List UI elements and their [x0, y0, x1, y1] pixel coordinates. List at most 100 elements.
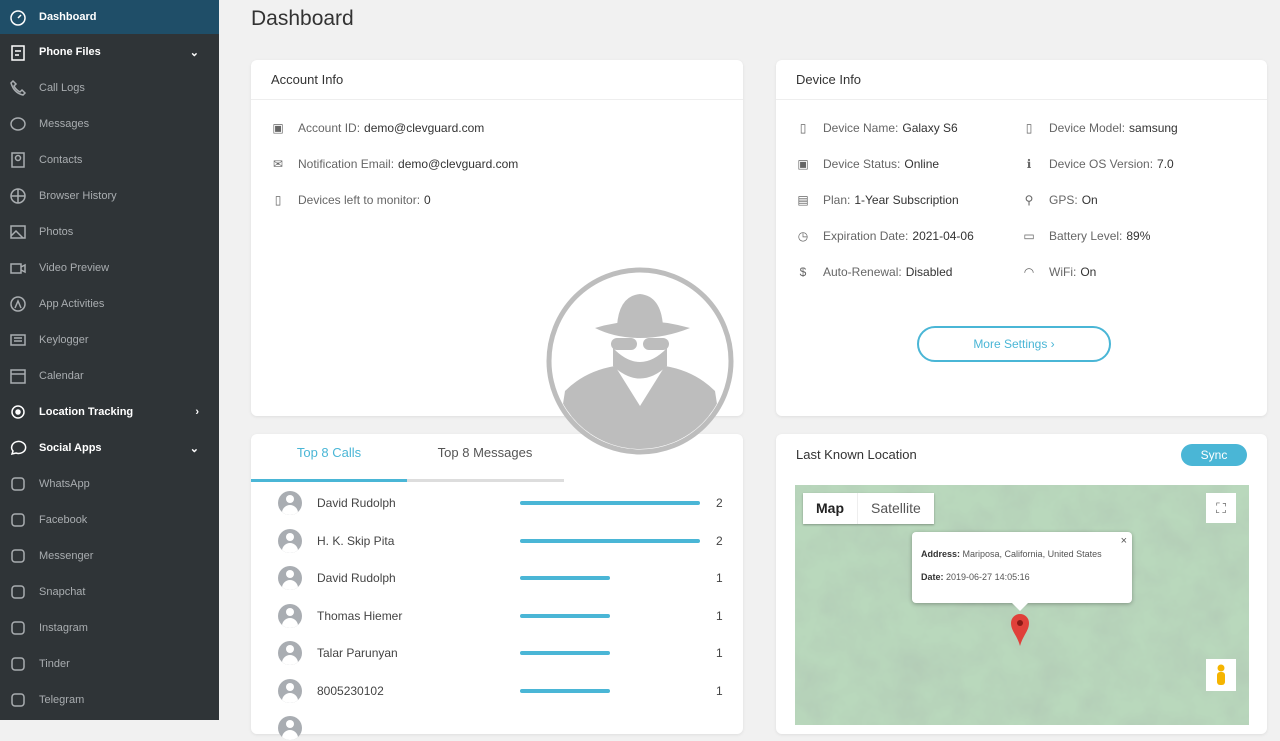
- device-row: ▣ Device Status: Online: [796, 157, 939, 171]
- sidebar-item-dashboard[interactable]: Dashboard: [0, 0, 219, 34]
- sidebar-item-video-preview[interactable]: Video Preview: [0, 250, 219, 286]
- top-calls-card: Top 8 Calls Top 8 Messages David Rudolph…: [251, 434, 743, 740]
- sidebar-item-social-apps[interactable]: Social Apps ⌄: [0, 430, 219, 466]
- row-label: Device OS Version:: [1049, 157, 1154, 171]
- location-card: Last Known Location Sync Map Satellite ⛶…: [776, 434, 1267, 734]
- map-type-control: Map Satellite: [803, 493, 934, 524]
- avatar: [278, 678, 302, 703]
- whatsapp-icon: [8, 474, 28, 494]
- call-row[interactable]: [278, 715, 728, 741]
- row-label: Battery Level:: [1049, 229, 1123, 243]
- tinder-icon: [8, 654, 28, 674]
- fullscreen-icon[interactable]: ⛶: [1206, 493, 1236, 523]
- account-row-icon: ✉: [272, 157, 284, 171]
- call-count: 2: [716, 533, 723, 548]
- row-label: Devices left to monitor:: [298, 193, 421, 207]
- sidebar-item-tinder[interactable]: Tinder: [0, 646, 219, 682]
- chevron-icon[interactable]: ⌄: [190, 442, 199, 455]
- close-icon[interactable]: ×: [1121, 535, 1127, 547]
- tab-top-messages[interactable]: Top 8 Messages: [407, 434, 563, 479]
- contact-name: H. K. Skip Pita: [317, 533, 395, 548]
- account-row: ▣ Account ID: demo@clevguard.com: [271, 121, 484, 135]
- sidebar-item-facebook[interactable]: Facebook: [0, 502, 219, 538]
- call-row[interactable]: H. K. Skip Pita 2: [278, 528, 728, 554]
- street-view-pegman-icon[interactable]: [1206, 659, 1236, 691]
- sidebar-item-app-activities[interactable]: App Activities: [0, 286, 219, 322]
- facebook-icon: [8, 510, 28, 530]
- tab-top-calls[interactable]: Top 8 Calls: [251, 434, 407, 482]
- map-tab[interactable]: Map: [803, 493, 858, 524]
- call-count-bar: [520, 651, 610, 655]
- sidebar-item-label: Instagram: [39, 622, 88, 634]
- device-row-icon: ▭: [1023, 229, 1035, 243]
- call-count-bar: [520, 613, 610, 618]
- device-row: ▭ Battery Level: 89%: [1022, 229, 1150, 243]
- avatar: [278, 641, 302, 665]
- sidebar-item-label: Call Logs: [39, 82, 85, 94]
- gauge-icon: [8, 7, 28, 27]
- device-row: ▤ Plan: 1-Year Subscription: [796, 193, 958, 207]
- call-row[interactable]: 8005230102 1: [278, 678, 728, 704]
- call-count-bar: [520, 576, 610, 580]
- sidebar-item-snapchat[interactable]: Snapchat: [0, 574, 219, 610]
- sidebar-item-photos[interactable]: Photos: [0, 214, 219, 250]
- sidebar-item-telegram[interactable]: Telegram: [0, 682, 219, 718]
- map[interactable]: Map Satellite ⛶ × Address: Mariposa, Cal…: [795, 485, 1249, 725]
- row-label: Expiration Date:: [823, 229, 909, 243]
- sidebar-item-label: App Activities: [39, 298, 105, 310]
- call-count: 2: [716, 496, 723, 510]
- target-icon: [8, 402, 28, 422]
- sidebar-item-whatsapp[interactable]: WhatsApp: [0, 466, 219, 502]
- call-row[interactable]: David Rudolph 1: [278, 565, 728, 591]
- row-value: Disabled: [905, 265, 953, 279]
- instagram-icon: [8, 618, 28, 638]
- row-value: samsung: [1129, 121, 1178, 135]
- sidebar-item-location-tracking[interactable]: Location Tracking ›: [0, 394, 219, 430]
- sync-button[interactable]: Sync: [1181, 444, 1247, 466]
- device-row-icon: ℹ: [1026, 157, 1032, 171]
- call-row[interactable]: David Rudolph 2: [278, 490, 728, 516]
- more-settings-button[interactable]: More Settings ›: [917, 326, 1111, 362]
- sidebar-item-phone-files[interactable]: Phone Files ⌄: [0, 34, 219, 70]
- sidebar-item-label: Telegram: [39, 694, 85, 706]
- device-row-icon: ◷: [797, 229, 809, 243]
- clipboard-icon: [8, 42, 28, 62]
- address-label: Address:: [921, 549, 961, 559]
- account-row: ▯ Devices left to monitor: 0: [271, 193, 431, 207]
- sidebar-item-messenger[interactable]: Messenger: [0, 538, 219, 574]
- avatar: [278, 528, 302, 553]
- sidebar-item-label: Keylogger: [39, 334, 89, 346]
- sidebar-item-browser-history[interactable]: Browser History: [0, 178, 219, 214]
- sidebar-item-call-logs[interactable]: Call Logs: [0, 70, 219, 106]
- sidebar-item-label: Dashboard: [39, 11, 97, 23]
- sidebar-item-instagram[interactable]: Instagram: [0, 610, 219, 646]
- sidebar-item-label: Photos: [39, 226, 74, 238]
- row-value: Online: [904, 157, 940, 171]
- sidebar-item-keylogger[interactable]: Keylogger: [0, 322, 219, 358]
- chevron-icon[interactable]: ›: [195, 406, 199, 418]
- sidebar-item-label: Calendar: [39, 370, 84, 382]
- sidebar-item-messages[interactable]: Messages: [0, 106, 219, 142]
- device-row-icon: ▤: [797, 193, 809, 207]
- device-row: ⚲ GPS: On: [1022, 193, 1098, 207]
- map-pin-icon[interactable]: [1010, 613, 1030, 647]
- sidebar-item-calendar[interactable]: Calendar: [0, 358, 219, 394]
- call-row[interactable]: Thomas Hiemer 1: [278, 603, 728, 629]
- sidebar-item-contacts[interactable]: Contacts: [0, 142, 219, 178]
- device-row-icon: ▯: [799, 121, 807, 135]
- row-label: WiFi:: [1049, 265, 1077, 279]
- row-value: demo@clevguard.com: [398, 157, 519, 171]
- page-title: Dashboard: [251, 7, 354, 30]
- sidebar-item-label: Social Apps: [39, 442, 102, 454]
- chat-icon: [8, 114, 28, 134]
- keyboard-icon: [8, 330, 28, 350]
- row-label: Device Model:: [1049, 121, 1126, 135]
- satellite-tab[interactable]: Satellite: [858, 493, 934, 524]
- contact-name: Thomas Hiemer: [317, 608, 403, 623]
- call-row[interactable]: Talar Parunyan 1: [278, 640, 728, 666]
- device-row-icon: ▣: [797, 157, 809, 171]
- video-icon: [8, 258, 28, 278]
- call-count: 1: [716, 683, 723, 698]
- globe-icon: [8, 186, 28, 206]
- chevron-icon[interactable]: ⌄: [190, 46, 199, 59]
